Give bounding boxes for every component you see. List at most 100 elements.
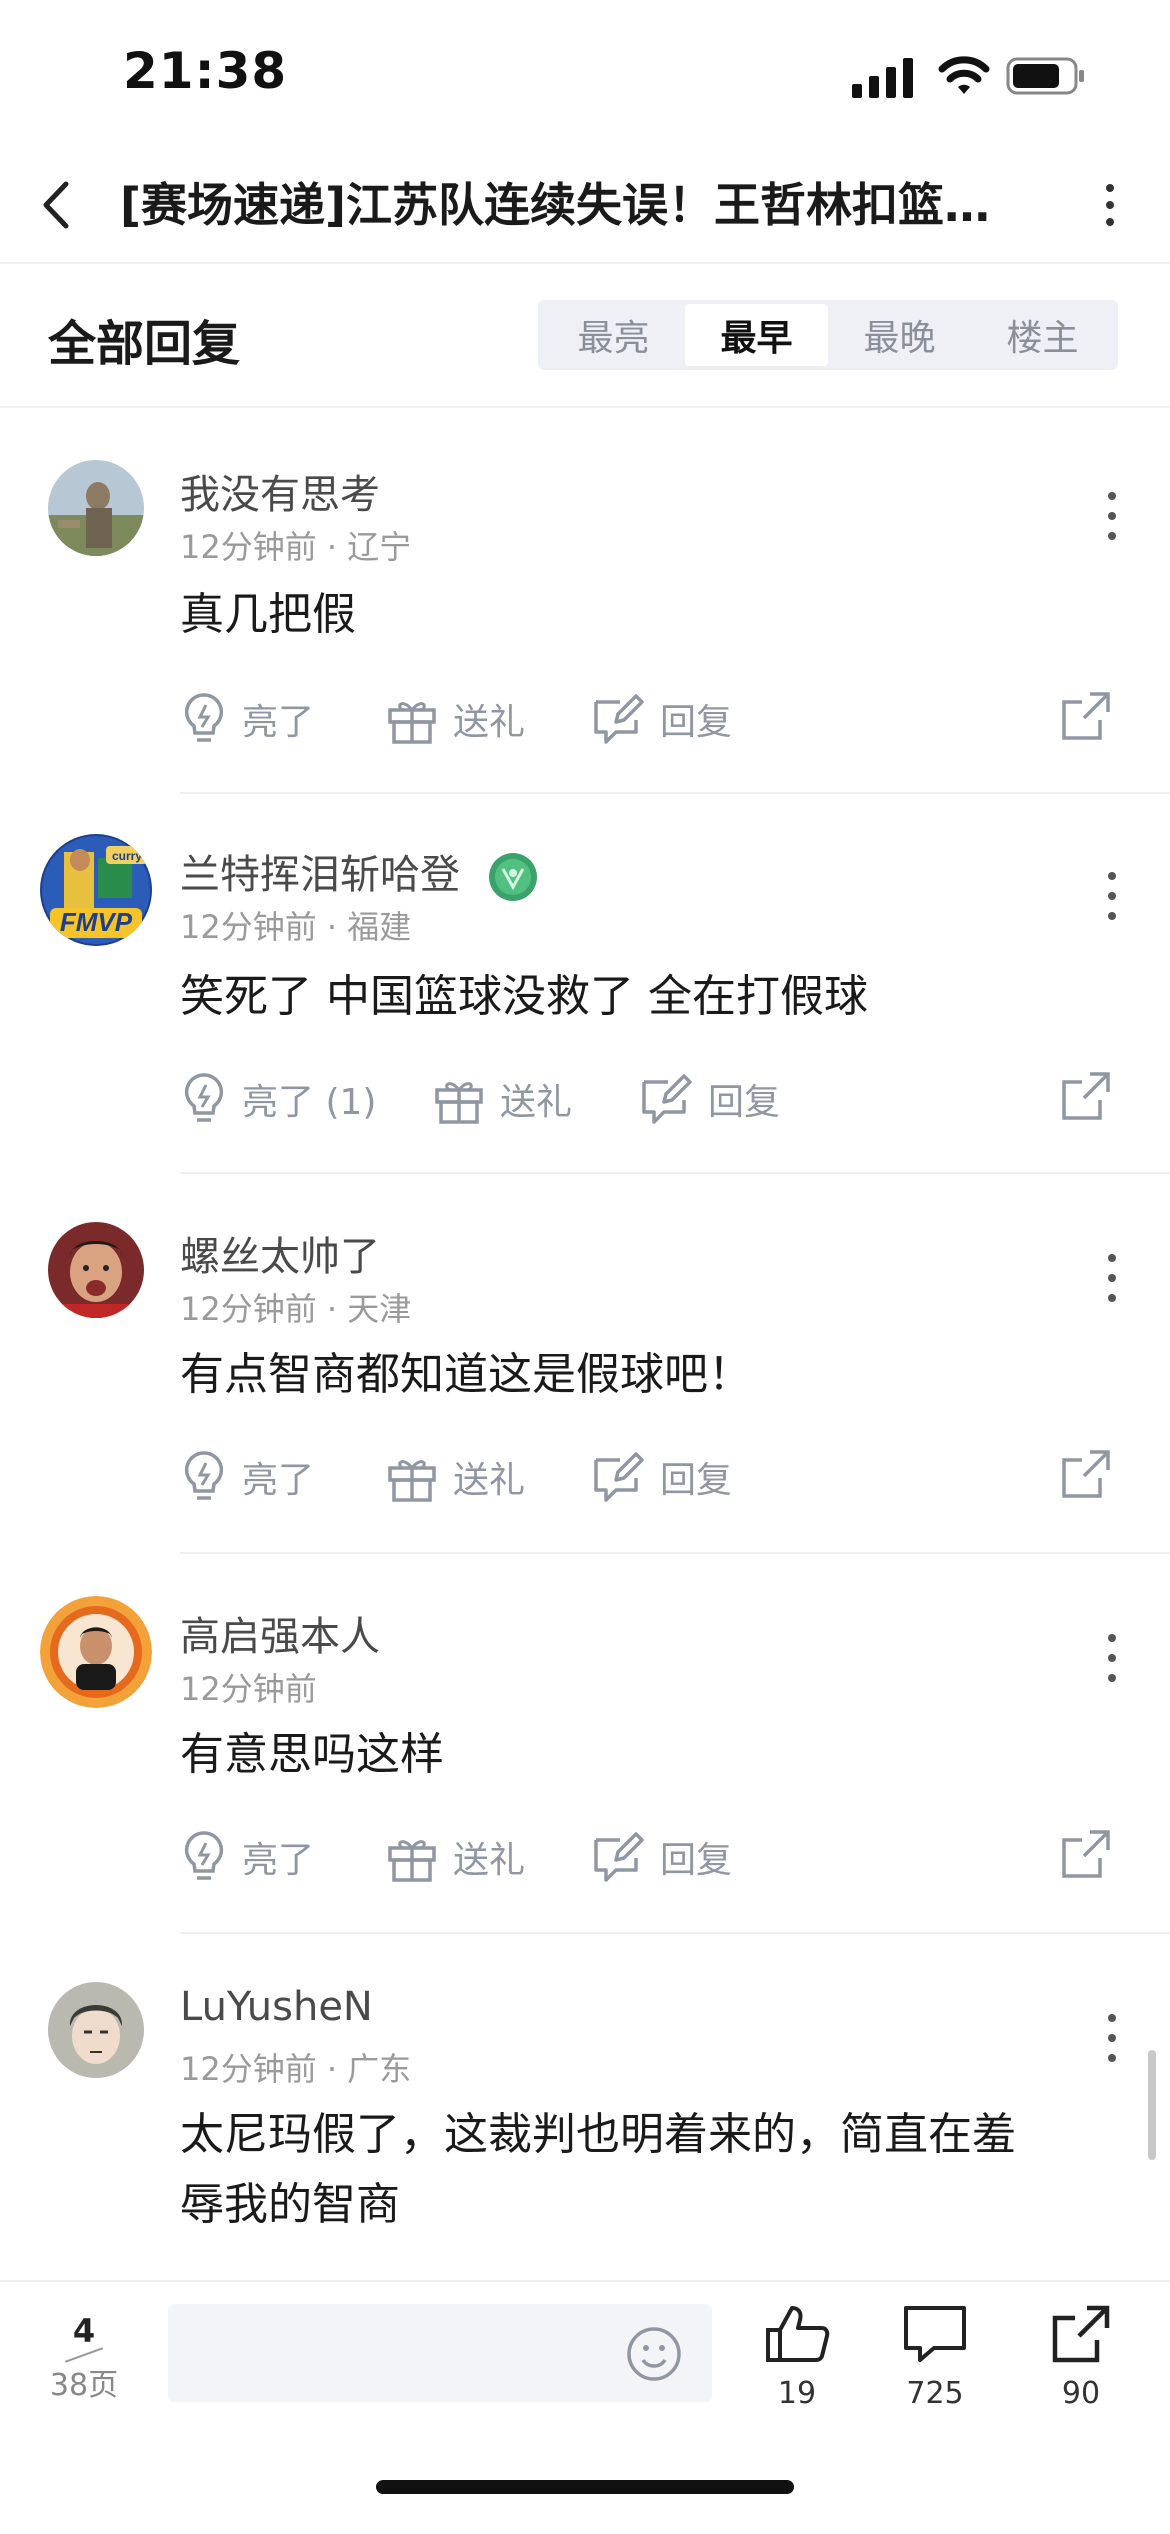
- more-icon[interactable]: [1092, 856, 1132, 936]
- like-label: 亮了: [242, 702, 315, 743]
- reply-icon: [642, 1074, 692, 1124]
- gift-icon: [435, 1082, 483, 1124]
- divider: [180, 1172, 1170, 1174]
- more-icon[interactable]: [1092, 1238, 1132, 1318]
- reply-label: 回复: [660, 1840, 733, 1881]
- sort-latest[interactable]: 最晚: [828, 304, 971, 366]
- divider: [180, 1552, 1170, 1554]
- comment-input-box[interactable]: [168, 2304, 712, 2402]
- lightbulb-icon: [184, 1451, 224, 1500]
- more-icon[interactable]: [1092, 1618, 1132, 1698]
- all-replies-label: 全部回复: [48, 316, 241, 372]
- gift-button[interactable]: 送礼: [432, 1064, 572, 1134]
- reply-button[interactable]: 回复: [590, 1822, 732, 1892]
- comment-icon: [904, 2306, 966, 2362]
- back-icon[interactable]: [36, 172, 76, 238]
- share-post-button[interactable]: 90: [1036, 2302, 1126, 2411]
- gift-button[interactable]: 送礼: [385, 1442, 525, 1512]
- comment-text-line: 辱我的智商: [180, 2179, 400, 2230]
- like-label: 亮了: [242, 1460, 315, 1501]
- gift-label: 送礼: [453, 1840, 526, 1881]
- comment-actions: 亮了 送礼 回复: [180, 1822, 1140, 1892]
- sort-segment: 最亮 最早 最晚 楼主: [538, 300, 1118, 370]
- share-icon[interactable]: [1060, 690, 1112, 742]
- sort-op-only[interactable]: 楼主: [971, 304, 1114, 366]
- avatar[interactable]: curry FMVP: [40, 834, 152, 946]
- reply-header: 全部回复 最亮 最早 最晚 楼主: [0, 264, 1170, 408]
- username[interactable]: 兰特挥泪斩哈登: [180, 842, 539, 903]
- username[interactable]: 我没有思考: [180, 462, 380, 520]
- comment-meta: 12分钟前 · 广东: [180, 2050, 412, 2088]
- lightbulb-icon: [184, 1831, 224, 1880]
- battery-icon: [1006, 57, 1084, 95]
- more-icon[interactable]: [1092, 1998, 1132, 2078]
- wifi-icon: [938, 56, 990, 94]
- page-indicator[interactable]: 4 38页: [36, 2312, 132, 2404]
- reply-icon: [594, 694, 644, 744]
- share-icon: [1052, 2305, 1110, 2363]
- gift-icon: [388, 1460, 436, 1502]
- comment-input[interactable]: [188, 2322, 612, 2384]
- username[interactable]: 高启强本人: [180, 1604, 380, 1662]
- avatar[interactable]: [48, 1982, 144, 2078]
- comment-text: 笑死了 中国篮球没救了 全在打假球: [180, 971, 868, 1022]
- signal-icon: [852, 58, 913, 98]
- like-button[interactable]: 亮了 (1): [180, 1064, 376, 1134]
- sort-earliest[interactable]: 最早: [685, 304, 828, 366]
- page-title: [赛场速递]江苏队连续失误！王哲林扣篮…: [120, 178, 991, 232]
- comment-meta: 12分钟前: [180, 1670, 317, 1708]
- divider: [180, 1932, 1170, 1934]
- gift-button[interactable]: 送礼: [385, 684, 525, 754]
- avatar[interactable]: [48, 460, 144, 556]
- comment-meta: 12分钟前 · 福建: [180, 908, 412, 946]
- home-indicator[interactable]: [376, 2480, 794, 2494]
- like-button[interactable]: 亮了: [180, 1822, 314, 1892]
- gift-label: 送礼: [453, 702, 526, 743]
- like-label: 亮了 (1): [242, 1082, 377, 1123]
- username-text: 兰特挥泪斩哈登: [180, 852, 460, 898]
- comment-count: 725: [906, 2376, 964, 2411]
- like-label: 亮了: [242, 1840, 315, 1881]
- reply-button[interactable]: 回复: [590, 1442, 732, 1512]
- like-button[interactable]: 亮了: [180, 684, 314, 754]
- current-page: 4: [72, 2312, 96, 2350]
- comment-actions: 亮了 (1) 送礼 回复: [180, 1064, 1140, 1134]
- share-icon[interactable]: [1060, 1070, 1112, 1122]
- status-time: 21:38: [123, 42, 288, 100]
- more-icon[interactable]: [1092, 476, 1132, 556]
- status-bar: 21:38: [0, 0, 1170, 150]
- more-icon[interactable]: [1090, 172, 1130, 238]
- reply-icon: [594, 1832, 644, 1882]
- share-icon[interactable]: [1060, 1448, 1112, 1500]
- avatar-badge-text: curry: [112, 849, 142, 863]
- like-post-button[interactable]: 19: [752, 2302, 842, 2411]
- gift-button[interactable]: 送礼: [385, 1822, 525, 1892]
- reply-label: 回复: [660, 702, 733, 743]
- avatar-badge-text: FMVP: [60, 907, 133, 937]
- comment-text: 有意思吗这样: [180, 1729, 444, 1780]
- like-count: 19: [777, 2376, 817, 2411]
- comment-text: 真几把假: [180, 589, 356, 640]
- reply-label: 回复: [660, 1460, 733, 1501]
- thumbs-up-icon: [766, 2306, 830, 2362]
- username[interactable]: 螺丝太帅了: [180, 1224, 380, 1282]
- total-pages: 38页: [49, 2368, 119, 2403]
- gift-label: 送礼: [453, 1460, 526, 1501]
- avatar[interactable]: [48, 1222, 144, 1318]
- comment-button[interactable]: 725: [890, 2302, 980, 2411]
- reply-label: 回复: [708, 1082, 781, 1123]
- gift-label: 送礼: [500, 1082, 573, 1123]
- nav-bar: [赛场速递]江苏队连续失误！王哲林扣篮…: [0, 150, 1170, 264]
- avatar[interactable]: [40, 1596, 152, 1708]
- reply-button[interactable]: 回复: [590, 684, 732, 754]
- share-icon[interactable]: [1060, 1828, 1112, 1880]
- gift-icon: [388, 702, 436, 744]
- smile-icon[interactable]: [624, 2324, 684, 2384]
- comment-text-line: 太尼玛假了，这裁判也明着来的，简直在羞: [180, 2109, 1016, 2160]
- username[interactable]: LuYusheN: [180, 1984, 373, 2030]
- comment-text: 太尼玛假了，这裁判也明着来的，简直在羞 辱我的智商: [180, 2100, 1140, 2240]
- sort-brightest[interactable]: 最亮: [542, 304, 685, 366]
- scrollbar[interactable]: [1148, 2050, 1156, 2160]
- reply-button[interactable]: 回复: [638, 1064, 780, 1134]
- like-button[interactable]: 亮了: [180, 1442, 314, 1512]
